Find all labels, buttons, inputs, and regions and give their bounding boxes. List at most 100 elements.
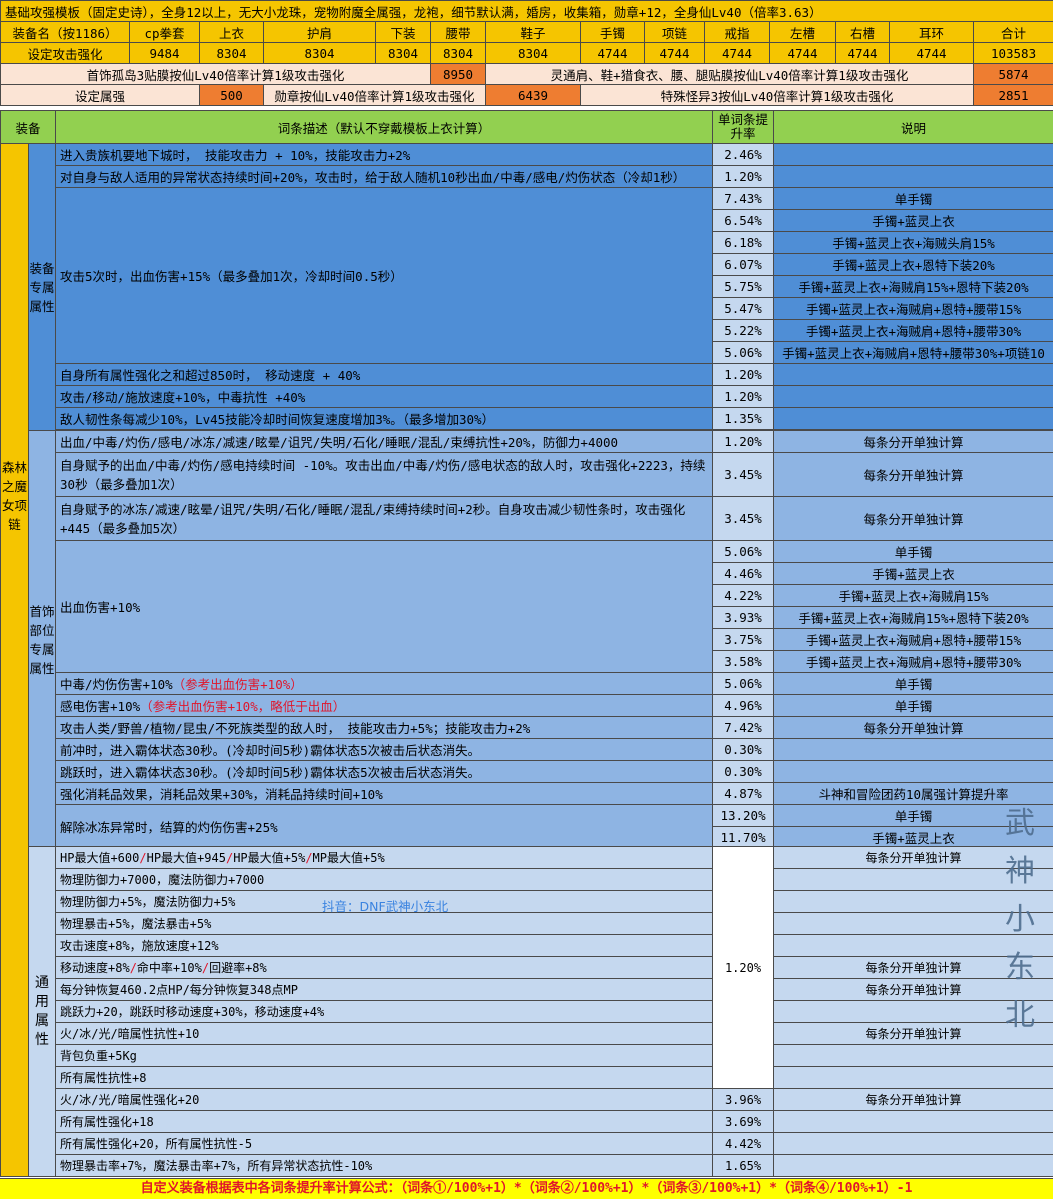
header-table: 基础攻强模板（固定史诗），全身12以上，无大小龙珠，宠物附魔全属强，龙袍，细节默… — [0, 0, 1053, 106]
affix-note: 单手镯 — [774, 541, 1053, 563]
affix-desc: 进入贵族机要地下城时， 技能攻击力 + 10%，技能攻击力+2% — [56, 144, 713, 166]
affix-note: 每条分开单独计算 — [774, 453, 1053, 497]
watermark-char: 北 — [998, 992, 1042, 1040]
affix-note — [774, 739, 1053, 761]
element-enhance-value: 500 — [200, 85, 264, 106]
affix-note — [774, 364, 1053, 386]
affix-rate: 3.93% — [713, 607, 774, 629]
col-total: 合计 — [974, 22, 1053, 43]
affix-rate: 0.30% — [713, 739, 774, 761]
affix-desc-red: （参考出血伤害+10%） — [173, 677, 303, 692]
value-cell: 8304 — [431, 43, 486, 64]
affix-desc: 移动速度+8%/命中率+10%/回避率+8% — [56, 957, 713, 979]
affix-rate: 6.54% — [713, 210, 774, 232]
affix-desc: 出血伤害+10% — [56, 541, 713, 673]
col-bottom: 下装 — [376, 22, 431, 43]
affix-rate: 5.75% — [713, 276, 774, 298]
affix-rate: 4.96% — [713, 695, 774, 717]
affix-desc: 解除冰冻异常时，结算的灼伤伤害+25% — [56, 805, 713, 849]
affix-desc: 所有属性强化+18 — [56, 1111, 713, 1133]
affix-desc-red: （参考出血伤害+10%，略低于出血） — [140, 699, 345, 714]
affix-note — [774, 144, 1053, 166]
col-earring: 耳环 — [890, 22, 974, 43]
affix-rate: 4.42% — [713, 1133, 774, 1155]
col-equip: 装备 — [1, 111, 56, 144]
affix-note — [774, 761, 1053, 783]
col-bracelet: 手镯 — [581, 22, 645, 43]
affix-rate: 13.20% — [713, 805, 774, 827]
affix-note: 单手镯 — [774, 188, 1053, 210]
col-right-slot: 右槽 — [836, 22, 890, 43]
affix-note — [774, 408, 1053, 430]
affix-rate: 1.20% — [713, 364, 774, 386]
affix-rate: 1.20% — [713, 166, 774, 188]
affix-note — [774, 1133, 1053, 1155]
col-shoulder: 护肩 — [264, 22, 376, 43]
affix-desc: 自身赋予的出血/中毒/灼伤/感电持续时间 -10%。攻击出血/中毒/灼伤/感电状… — [56, 453, 713, 497]
medal-label: 勋章按仙Lv40倍率计算1级攻击强化 — [264, 85, 486, 106]
affix-desc: 物理暴击率+7%，魔法暴击率+7%，所有异常状态抗性-10% — [56, 1155, 713, 1177]
accessory-film-label: 首饰孤岛3贴膜按仙Lv40倍率计算1级攻击强化 — [1, 64, 431, 85]
affix-desc-text: HP最大值+945 — [147, 851, 226, 865]
col-belt: 腰带 — [431, 22, 486, 43]
affix-note — [774, 1045, 1053, 1067]
affix-desc: 攻击人类/野兽/植物/昆虫/不死族类型的敌人时， 技能攻击力+5%；技能攻击力+… — [56, 717, 713, 739]
affix-desc: 感电伤害+10%（参考出血伤害+10%，略低于出血） — [56, 695, 713, 717]
affix-note: 手镯+蓝灵上衣+海贼肩+恩特+腰带30% — [774, 651, 1053, 673]
affix-desc: 物理防御力+7000，魔法防御力+7000 — [56, 869, 713, 891]
affix-note: 每条分开单独计算 — [774, 717, 1053, 739]
affix-note — [774, 1155, 1053, 1177]
affix-desc: 攻击5次时，出血伤害+15%（最多叠加1次，冷却时间0.5秒） — [56, 188, 713, 364]
affix-note — [774, 1067, 1053, 1089]
affix-desc: 物理暴击+5%，魔法暴击+5% — [56, 913, 713, 935]
col-desc: 词条描述（默认不穿戴模板上衣计算） — [56, 111, 713, 144]
watermark-char: 小 — [998, 896, 1042, 944]
affix-rate: 3.45% — [713, 497, 774, 541]
affix-desc: 自身所有属性强化之和超过850时， 移动速度 + 40% — [56, 364, 713, 386]
watermark-char: 武 — [998, 800, 1042, 848]
affix-desc: 对自身与敌人适用的异常状态持续时间+20%，攻击时，给于敌人随机10秒出血/中毒… — [56, 166, 713, 188]
affix-desc: 攻击/移动/施放速度+10%，中毒抗性 +40% — [56, 386, 713, 408]
value-cell: 4744 — [890, 43, 974, 64]
element-enhance-label: 设定属强 — [1, 85, 200, 106]
affix-note — [774, 1111, 1053, 1133]
general-affix-table: 通用属性 HP最大值+600/HP最大值+945/HP最大值+5%/MP最大值+… — [0, 846, 1053, 1177]
equipment-name: 森林之魔女项链 — [1, 144, 29, 850]
affix-note: 单手镯 — [774, 695, 1053, 717]
accessory-film-value: 8950 — [431, 64, 486, 85]
armor-film-value: 5874 — [974, 64, 1053, 85]
affix-desc: 背包负重+5Kg — [56, 1045, 713, 1067]
medal-value: 6439 — [486, 85, 581, 106]
value-cell: 4744 — [705, 43, 770, 64]
affix-rate: 5.06% — [713, 673, 774, 695]
value-cell: 4744 — [836, 43, 890, 64]
affix-desc-text: MP最大值+5% — [313, 851, 385, 865]
col-left-slot: 左槽 — [770, 22, 836, 43]
affix-note: 手镯+蓝灵上衣+海贼肩15%+恩特下装20% — [774, 607, 1053, 629]
col-shoes: 鞋子 — [486, 22, 581, 43]
affix-note: 手镯+蓝灵上衣 — [774, 563, 1053, 585]
affix-note: 单手镯 — [774, 673, 1053, 695]
watermark-char: 东 — [998, 944, 1042, 992]
attack-enhance-label: 设定攻击强化 — [1, 43, 130, 64]
affix-rate: 7.42% — [713, 717, 774, 739]
value-cell: 9484 — [130, 43, 200, 64]
col-top: 上衣 — [200, 22, 264, 43]
affix-desc: 前冲时，进入霸体状态30秒。(冷却时间5秒)霸体状态5次被击后状态消失。 — [56, 739, 713, 761]
vertical-watermark: 武 神 小 东 北 — [998, 800, 1042, 1040]
affix-rate: 1.35% — [713, 408, 774, 430]
equipment-name-cont — [1, 847, 29, 1177]
col-cp-gauntlet: cp拳套 — [130, 22, 200, 43]
affix-rate: 7.43% — [713, 188, 774, 210]
affix-rate: 3.96% — [713, 1089, 774, 1111]
col-note: 说明 — [774, 111, 1053, 144]
affix-rate: 4.46% — [713, 563, 774, 585]
affix-note: 手镯+蓝灵上衣 — [774, 210, 1053, 232]
affix-desc: 自身赋予的冰冻/减速/眩晕/诅咒/失明/石化/睡眠/混乱/束缚持续时间+2秒。自… — [56, 497, 713, 541]
affix-rate: 1.20% — [713, 386, 774, 408]
affix-rate: 5.22% — [713, 320, 774, 342]
affix-rate: 3.58% — [713, 651, 774, 673]
affix-desc: 出血/中毒/灼伤/感电/冰冻/减速/眩晕/诅咒/失明/石化/睡眠/混乱/束缚抗性… — [56, 431, 713, 453]
value-cell: 8304 — [200, 43, 264, 64]
affix-note: 手镯+蓝灵上衣+海贼肩+恩特+腰带30%+项链10 — [774, 342, 1053, 364]
